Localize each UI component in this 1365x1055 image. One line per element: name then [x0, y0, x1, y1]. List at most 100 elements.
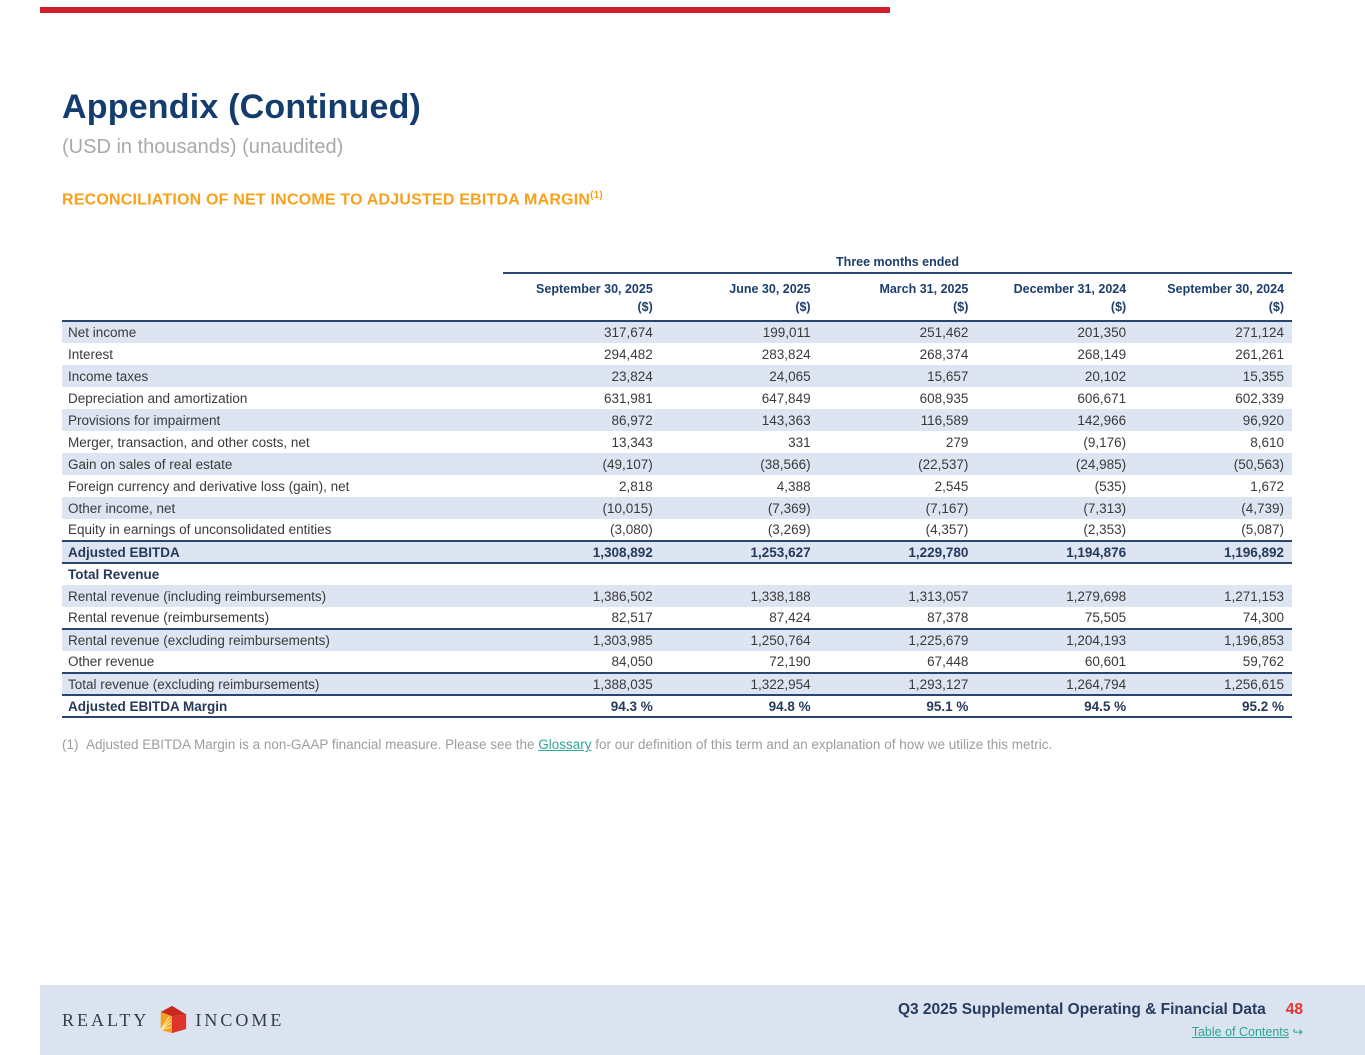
row-label: Interest	[68, 346, 114, 362]
row-value: 94.3 %	[503, 695, 661, 719]
column-header: June 30, 2025	[729, 282, 811, 297]
row-value: (535)	[1094, 478, 1127, 494]
row-value: 95.1 %	[818, 695, 977, 719]
row-value: 67,448	[818, 651, 977, 675]
row-label: Rental revenue (reimbursements)	[62, 607, 503, 631]
table-of-contents-link[interactable]: Table of Contents ↪	[1192, 1024, 1303, 1039]
row-value: (3,269)	[767, 522, 811, 538]
unit-header-row: ($) ($) ($) ($) ($)	[62, 300, 1292, 321]
realty-income-logo: REALTY INCOME	[62, 1004, 284, 1036]
row-value: 199,011	[660, 321, 819, 344]
top-accent-bar	[40, 7, 890, 13]
row-value: (4,739)	[1134, 497, 1293, 520]
row-value: 261,261	[1235, 346, 1285, 362]
row-value: (7,167)	[818, 497, 977, 520]
table-row: Merger, transaction, and other costs, ne…	[62, 431, 1292, 453]
row-value: 1,672	[1250, 478, 1285, 494]
glossary-link[interactable]: Glossary	[538, 737, 591, 752]
row-value: 87,424	[660, 607, 819, 631]
page-title: Appendix (Continued)	[62, 88, 422, 126]
column-header-row: September 30, 2025 June 30, 2025 March 31,…	[62, 273, 1292, 300]
page-footer: REALTY INCOME Q3 2025 Supplemental Opera…	[40, 985, 1365, 1055]
row-value: 1,225,679	[818, 629, 977, 652]
table-row: Provisions for impairment 86,972 143,363 11…	[62, 409, 1293, 432]
row-value: 606,671	[1077, 390, 1127, 406]
row-label: Equity in earnings of unconsolidated ent…	[68, 522, 332, 538]
row-value: 20,102	[976, 365, 1135, 388]
table-row: Rental revenue (including reimbursements…	[62, 585, 1293, 608]
row-value: 13,343	[611, 434, 653, 450]
span-header: Three months ended	[503, 255, 1293, 275]
row-value: 86,972	[503, 409, 661, 432]
row-value: 1,279,698	[976, 585, 1135, 608]
row-value: 1,338,188	[660, 585, 819, 608]
unit-header: ($)	[953, 300, 969, 315]
table-row: Income taxes 23,824 24,065 15,657 20,102 15,3…	[62, 365, 1293, 388]
row-value: (9,176)	[1083, 434, 1127, 450]
row-value: 1,253,627	[660, 540, 819, 565]
footnote-text-before: Adjusted EBITDA Margin is a non-GAAP fin…	[86, 737, 539, 753]
logo-word-income: INCOME	[195, 1009, 285, 1030]
section-heading-text: RECONCILIATION OF NET INCOME TO ADJUSTED…	[62, 191, 591, 209]
row-value: 59,762	[1134, 651, 1293, 675]
row-value: 608,935	[919, 390, 969, 406]
table-row: Total revenue (excluding reimbursements)…	[62, 673, 1293, 697]
row-value: 15,355	[1134, 365, 1293, 388]
row-value: 94.5 %	[976, 695, 1135, 719]
row-value: (24,985)	[976, 453, 1135, 476]
row-label: Provisions for impairment	[62, 409, 503, 432]
row-value: 268,374	[919, 346, 969, 362]
row-value	[976, 563, 1134, 585]
row-value: 279	[945, 434, 969, 450]
row-label: Rental revenue (excluding reimbursements…	[62, 629, 503, 652]
row-label: Total revenue (excluding reimbursements)	[62, 673, 503, 697]
footnote-text-after: for our definition of this term and an e…	[591, 737, 1053, 753]
row-label: Other revenue	[62, 651, 503, 675]
span-header-row: Three months ended	[62, 255, 1293, 275]
row-value: 1,250,764	[660, 629, 819, 652]
row-label: Rental revenue (including reimbursements…	[62, 585, 503, 608]
table-of-contents-label: Table of Contents	[1191, 1025, 1290, 1039]
row-value: 4,388	[776, 478, 811, 494]
row-value: 1,229,780	[818, 540, 977, 565]
row-value: 271,124	[1134, 321, 1293, 344]
section-heading-footnote-ref: (1)	[590, 190, 603, 201]
row-value: 1,271,153	[1134, 585, 1293, 608]
row-value: (7,369)	[660, 497, 819, 520]
row-value: 1,196,892	[1134, 540, 1293, 565]
unit-header: ($)	[795, 300, 811, 315]
footnote-marker: (1)	[62, 737, 79, 753]
table-row: Foreign currency and derivative loss (ga…	[62, 475, 1292, 497]
row-value: 87,378	[818, 607, 977, 631]
row-value: (7,313)	[976, 497, 1135, 520]
table-row: Adjusted EBITDA 1,308,892 1,253,627 1,229,7…	[62, 540, 1293, 565]
table-row: Other revenue 84,050 72,190 67,448 60,601 59,…	[62, 651, 1293, 675]
return-arrow-icon: ↪	[1292, 1025, 1303, 1039]
row-value: (5,087)	[1241, 522, 1285, 538]
column-header: December 31, 2024	[1013, 282, 1127, 297]
table-row: Equity in earnings of unconsolidated ent…	[62, 519, 1292, 541]
row-value: 1,303,985	[503, 629, 661, 652]
row-value: 94.8 %	[660, 695, 819, 719]
row-value: (2,353)	[1083, 522, 1127, 538]
row-value: 1,293,127	[818, 673, 977, 697]
row-value: 268,149	[1077, 346, 1127, 362]
row-value: 95.2 %	[1134, 695, 1293, 719]
row-value: 1,204,193	[976, 629, 1135, 652]
reconciliation-table: Three months ended September 30, 2025 Jun…	[62, 255, 1293, 719]
row-value	[503, 563, 661, 585]
row-value: 331	[788, 434, 811, 450]
row-label: Adjusted EBITDA	[62, 540, 503, 565]
row-label: Adjusted EBITDA Margin	[62, 695, 503, 719]
row-value: 1,386,502	[503, 585, 661, 608]
row-value: 1,322,954	[660, 673, 819, 697]
footer-right: Q3 2025 Supplemental Operating & Financi…	[898, 1001, 1303, 1039]
row-value: 2,818	[619, 478, 653, 494]
table-row: Total Revenue	[62, 563, 1292, 585]
house-icon	[149, 1004, 195, 1036]
row-value: 1,256,615	[1134, 673, 1293, 697]
row-label: Income taxes	[62, 365, 503, 388]
row-value: 143,363	[660, 409, 819, 432]
unit-header: ($)	[637, 300, 653, 315]
page-content: Appendix (Continued) (USD in thousands) …	[0, 0, 1365, 752]
